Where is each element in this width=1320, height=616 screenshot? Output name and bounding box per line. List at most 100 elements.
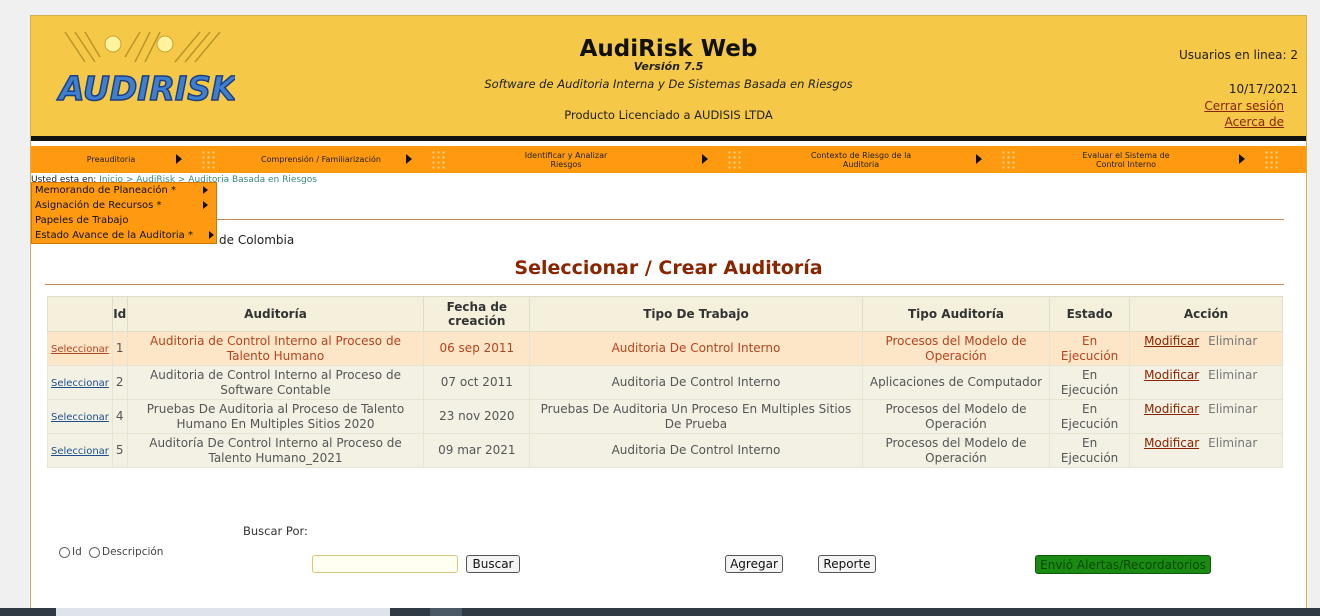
submenu-item-label: Papeles de Trabajo bbox=[35, 215, 129, 226]
cell-date: 09 mar 2021 bbox=[423, 433, 531, 468]
radio-circle-icon bbox=[89, 546, 100, 558]
preauditoria-submenu: Memorando de Planeación * Asignación de … bbox=[31, 182, 217, 244]
delete-link[interactable]: Eliminar bbox=[1208, 402, 1257, 416]
cell-status: En Ejecución bbox=[1049, 433, 1131, 468]
select-link[interactable]: Seleccionar bbox=[51, 446, 109, 457]
cell-date: 23 nov 2020 bbox=[423, 399, 531, 434]
menu-item-comprension[interactable]: Comprensión / Familiarización bbox=[256, 146, 386, 173]
table-header-row: Id Auditoría Fecha de creación Tipo De T… bbox=[47, 296, 1283, 332]
menu-arrow-icon bbox=[976, 154, 982, 164]
menu-item-identificar-riesgos[interactable]: Identificar y Analizar Riesgos bbox=[521, 146, 611, 173]
submenu-item-papeles[interactable]: Papeles de Trabajo bbox=[32, 213, 216, 228]
submenu-item-asignacion[interactable]: Asignación de Recursos * bbox=[32, 198, 216, 213]
menu-separator bbox=[727, 150, 741, 169]
app-subtitle: Software de Auditoria Interna y De Siste… bbox=[484, 77, 853, 91]
add-button[interactable]: Agregar bbox=[725, 555, 783, 573]
header: AUDIRISK AudiRisk Web Versión 7.5 Softwa… bbox=[31, 16, 1306, 141]
header-date: Fecha de creación bbox=[423, 296, 531, 332]
cell-audit-type: Aplicaciones de Computador bbox=[861, 365, 1051, 400]
submenu-item-memorando[interactable]: Memorando de Planeación * bbox=[32, 183, 216, 198]
radio-id-label: Id bbox=[72, 546, 82, 558]
app-frame: AUDIRISK AudiRisk Web Versión 7.5 Softwa… bbox=[30, 15, 1307, 616]
cell-id: 4 bbox=[111, 399, 128, 434]
license-text: Producto Licenciado a AUDISIS LTDA bbox=[564, 108, 773, 122]
taskbar bbox=[0, 608, 1320, 616]
send-alerts-button[interactable]: Envió Alertas/Recordatorios bbox=[1035, 555, 1211, 574]
cell-date: 06 sep 2011 bbox=[423, 331, 531, 366]
divider bbox=[45, 284, 1284, 285]
cell-id: 2 bbox=[111, 365, 128, 400]
select-link[interactable]: Seleccionar bbox=[51, 412, 109, 423]
cell-audit: Pruebas De Auditoria al Proceso de Talen… bbox=[126, 399, 425, 434]
header-audit: Auditoría bbox=[126, 296, 425, 332]
submenu-arrow-icon bbox=[209, 231, 214, 239]
cell-status: En Ejecución bbox=[1049, 365, 1131, 400]
header-audit-type: Tipo Auditoría bbox=[861, 296, 1051, 332]
table-row: Seleccionar 1 Auditoria de Control Inter… bbox=[47, 331, 1283, 366]
submenu-item-estado-avance[interactable]: Estado Avance de la Auditoria * bbox=[32, 228, 216, 243]
cell-status: En Ejecución bbox=[1049, 331, 1131, 366]
logout-link[interactable]: Cerrar sesión bbox=[1204, 99, 1284, 113]
submenu-arrow-icon bbox=[203, 201, 208, 209]
menu-separator bbox=[1001, 150, 1015, 169]
radio-description-label: Descripción bbox=[102, 546, 164, 558]
modify-link[interactable]: Modificar bbox=[1144, 436, 1199, 450]
submenu-item-label: Estado Avance de la Auditoria * bbox=[35, 230, 193, 241]
cell-audit-type: Procesos del Modelo de Operación bbox=[861, 433, 1051, 468]
main-menu: Preauditoria Comprensión / Familiarizaci… bbox=[31, 146, 1306, 173]
cell-id: 5 bbox=[111, 433, 128, 468]
search-button[interactable]: Buscar bbox=[466, 555, 520, 573]
menu-item-evaluar-control[interactable]: Evaluar el Sistema de Control Interno bbox=[1071, 146, 1181, 173]
cell-audit: Auditoria de Control Interno al Proceso … bbox=[126, 331, 425, 366]
about-link[interactable]: Acerca de bbox=[1225, 115, 1284, 129]
cell-work-type: Pruebas De Auditoria Un Proceso En Multi… bbox=[529, 399, 863, 434]
delete-link[interactable]: Eliminar bbox=[1208, 368, 1257, 382]
header-work-type: Tipo De Trabajo bbox=[529, 296, 863, 332]
header-id: Id bbox=[111, 296, 128, 332]
table-row: Seleccionar 5 Auditoría De Control Inter… bbox=[47, 433, 1283, 468]
header-status: Estado bbox=[1049, 296, 1131, 332]
report-button[interactable]: Reporte bbox=[818, 555, 876, 573]
modify-link[interactable]: Modificar bbox=[1144, 334, 1199, 348]
table-row: Seleccionar 2 Auditoria de Control Inter… bbox=[47, 365, 1283, 400]
submenu-item-label: Asignación de Recursos * bbox=[35, 200, 162, 211]
modify-link[interactable]: Modificar bbox=[1144, 402, 1199, 416]
menu-arrow-icon bbox=[406, 154, 412, 164]
radio-circle-icon bbox=[59, 546, 70, 558]
header-action: Acción bbox=[1129, 296, 1283, 332]
menu-arrow-icon bbox=[702, 154, 708, 164]
page-title: Seleccionar / Crear Auditoría bbox=[514, 257, 823, 279]
radio-id[interactable]: Id bbox=[59, 546, 82, 558]
select-link[interactable]: Seleccionar bbox=[51, 378, 109, 389]
cell-work-type: Auditoria De Control Interno bbox=[529, 365, 863, 400]
radio-description[interactable]: Descripción bbox=[89, 546, 163, 558]
search-by-label: Buscar Por: bbox=[243, 524, 308, 538]
cell-audit: Auditoría De Control Interno al Proceso … bbox=[126, 433, 425, 468]
header-select bbox=[47, 296, 113, 332]
cell-date: 07 oct 2011 bbox=[423, 365, 531, 400]
cell-audit-type: Procesos del Modelo de Operación bbox=[861, 399, 1051, 434]
menu-item-contexto-riesgo[interactable]: Contexto de Riesgo de la Auditoria bbox=[806, 146, 916, 173]
cell-audit-type: Procesos del Modelo de Operación bbox=[861, 331, 1051, 366]
current-date: 10/17/2021 bbox=[1228, 82, 1298, 96]
modify-link[interactable]: Modificar bbox=[1144, 368, 1199, 382]
submenu-arrow-icon bbox=[203, 186, 208, 194]
menu-arrow-icon bbox=[176, 154, 182, 164]
menu-separator bbox=[1264, 150, 1278, 169]
cell-work-type: Auditoria De Control Interno bbox=[529, 331, 863, 366]
cell-work-type: Auditoria De Control Interno bbox=[529, 433, 863, 468]
submenu-item-label: Memorando de Planeación * bbox=[35, 185, 177, 196]
select-link[interactable]: Seleccionar bbox=[51, 344, 109, 355]
taskbar-app-tab[interactable] bbox=[56, 608, 390, 616]
users-online: Usuarios en linea: 2 bbox=[1179, 48, 1298, 62]
delete-link[interactable]: Eliminar bbox=[1208, 436, 1257, 450]
menu-item-preauditoria[interactable]: Preauditoria bbox=[41, 146, 181, 173]
app-version: Versión 7.5 bbox=[633, 60, 704, 73]
cell-id: 1 bbox=[111, 331, 128, 366]
menu-separator bbox=[201, 150, 215, 169]
taskbar-button[interactable] bbox=[430, 608, 462, 616]
audits-table: Id Auditoría Fecha de creación Tipo De T… bbox=[47, 296, 1283, 468]
delete-link[interactable]: Eliminar bbox=[1208, 334, 1257, 348]
search-input[interactable] bbox=[312, 555, 458, 573]
cell-status: En Ejecución bbox=[1049, 399, 1131, 434]
